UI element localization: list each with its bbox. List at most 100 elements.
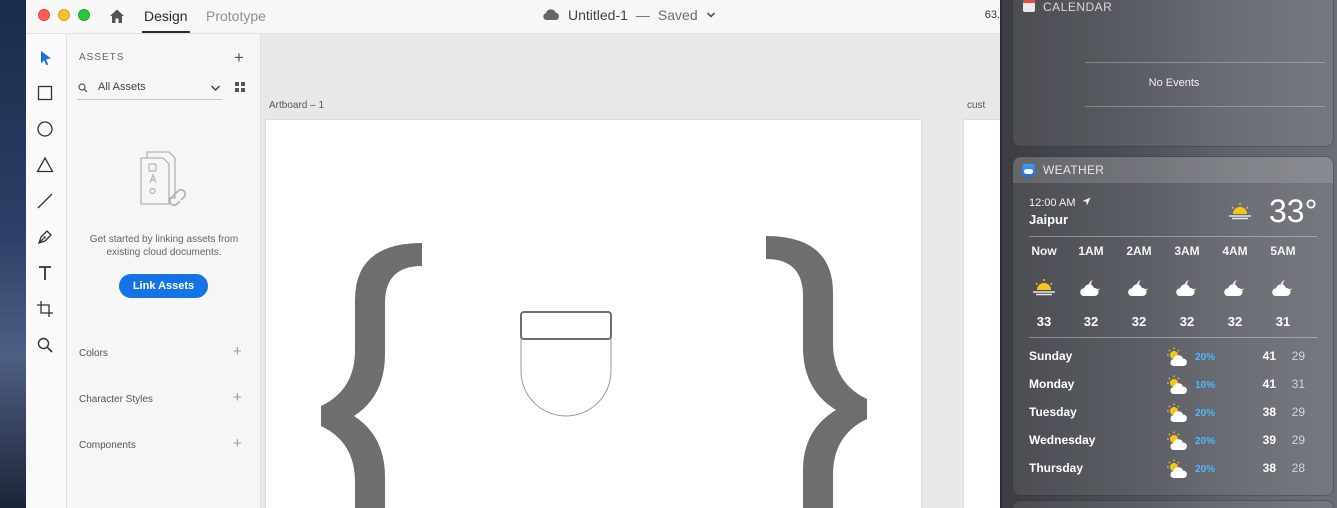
home-icon[interactable] <box>108 7 126 25</box>
hour-temperature: 31 <box>1275 314 1291 329</box>
artboard-tool-icon[interactable] <box>36 300 54 318</box>
sunset-icon <box>1033 279 1055 296</box>
forecast-day: Tuesday <box>1029 405 1077 419</box>
partly-sunny-icon <box>1167 459 1187 478</box>
colors-section-label[interactable]: Colors <box>79 348 108 359</box>
add-component-button[interactable]: + <box>233 435 242 452</box>
artboard[interactable] <box>266 120 921 508</box>
linked-documents-icon <box>140 151 187 207</box>
weather-time: 12:00 AM <box>1029 197 1091 209</box>
minimize-window-button[interactable] <box>58 9 70 21</box>
weather-widget-title: WEATHER <box>1043 163 1105 177</box>
chevron-down-icon <box>706 12 715 18</box>
link-assets-button[interactable]: Link Assets <box>119 274 208 298</box>
add-color-button[interactable]: + <box>233 343 242 360</box>
weather-app-icon <box>1022 164 1035 177</box>
forecast-high: 39 <box>1262 433 1276 447</box>
chevron-down-icon <box>210 85 221 92</box>
forecast-row: Tuesday 20% 38 29 <box>1029 402 1319 422</box>
add-character-style-button[interactable]: + <box>233 389 242 406</box>
assets-panel: ASSETS + All Assets Get started by linki… <box>67 34 261 508</box>
window-controls <box>38 9 90 21</box>
tab-design[interactable]: Design <box>142 8 190 33</box>
tool-bar <box>26 34 67 508</box>
weather-widget-header: WEATHER <box>1013 157 1333 183</box>
partly-cloudy-night-icon <box>1128 280 1148 296</box>
notification-center-edge <box>1000 0 1002 508</box>
title-bar: Design Prototype Untitled-1 — Saved 63. <box>26 0 1000 34</box>
forecast-low: 29 <box>1291 433 1305 447</box>
forecast-precip-chance: 20% <box>1195 464 1216 475</box>
document-title[interactable]: Untitled-1 — Saved <box>542 7 716 23</box>
components-section-label[interactable]: Components <box>79 440 136 451</box>
forecast-high: 38 <box>1262 461 1276 475</box>
document-name: Untitled-1 <box>568 7 628 23</box>
grid-view-icon[interactable] <box>234 81 246 93</box>
forecast-precip-chance: 10% <box>1195 380 1216 391</box>
zoom-window-button[interactable] <box>78 9 90 21</box>
artboard-2[interactable] <box>964 120 1000 508</box>
artboard-2-label[interactable]: cust <box>967 100 985 111</box>
calendar-widget-title: CALENDAR <box>1043 0 1113 14</box>
hour-temperature: 32 <box>1227 314 1243 329</box>
current-temperature: 33° <box>1269 193 1318 229</box>
current-time: 12:00 AM <box>1029 197 1076 209</box>
calendar-app-icon <box>1023 0 1035 12</box>
forecast-precip-chance: 20% <box>1195 352 1216 363</box>
calendar-widget[interactable]: CALENDAR No Events <box>1012 0 1334 147</box>
hour-temperature: 32 <box>1131 314 1147 329</box>
hour-label: 4AM <box>1222 244 1248 258</box>
hour-temperature: 32 <box>1179 314 1195 329</box>
partly-sunny-icon <box>1167 431 1187 450</box>
forecast-row: Wednesday 20% 39 29 <box>1029 430 1319 450</box>
weather-widget[interactable]: WEATHER 12:00 AM Jaipur 33° Now 33 1AM 32 2A… <box>1012 156 1334 496</box>
title-separator: — <box>635 7 650 23</box>
close-window-button[interactable] <box>38 9 50 21</box>
forecast-precip-chance: 20% <box>1195 408 1216 419</box>
forecast-precip-chance: 20% <box>1195 436 1216 447</box>
partly-cloudy-night-icon <box>1272 280 1292 296</box>
artboard-content <box>321 236 867 508</box>
rectangle-tool-icon[interactable] <box>36 84 54 102</box>
hour-label: 2AM <box>1126 244 1152 258</box>
search-icon <box>78 83 88 93</box>
ellipse-tool-icon[interactable] <box>36 120 54 138</box>
next-widget[interactable] <box>1012 500 1334 508</box>
assets-filter-dropdown[interactable]: All Assets <box>77 78 222 100</box>
forecast-low: 31 <box>1291 377 1305 391</box>
forecast-low: 28 <box>1291 461 1305 475</box>
text-tool-icon[interactable] <box>36 264 54 282</box>
forecast-high: 38 <box>1262 405 1276 419</box>
tab-prototype[interactable]: Prototype <box>206 8 266 24</box>
forecast-low: 29 <box>1291 405 1305 419</box>
polygon-tool-icon[interactable] <box>36 156 54 174</box>
forecast-day: Sunday <box>1029 349 1073 363</box>
pen-tool-icon[interactable] <box>36 228 54 246</box>
zoom-level[interactable]: 63. <box>985 9 1000 21</box>
forecast-day: Thursday <box>1029 461 1084 475</box>
hour-label: 5AM <box>1270 244 1296 258</box>
no-events-text: No Events <box>1148 77 1200 89</box>
weather-divider <box>1029 337 1317 338</box>
assets-empty-message: Get started by linking assets from exist… <box>89 234 239 258</box>
hour-temperature: 33 <box>1036 314 1052 329</box>
notification-center: CALENDAR No Events WEATHER 12:00 AM Jaip… <box>1000 0 1337 508</box>
forecast-row: Sunday 20% 41 29 <box>1029 346 1319 366</box>
forecast-row: Thursday 20% 38 28 <box>1029 458 1319 478</box>
line-tool-icon[interactable] <box>36 192 54 210</box>
select-tool-icon[interactable] <box>36 49 54 67</box>
document-status: Saved <box>657 7 698 23</box>
design-canvas[interactable]: Artboard – 1 cust <box>261 34 1000 508</box>
mouse-top-shape <box>520 311 612 340</box>
hour-label: Now <box>1031 244 1057 258</box>
artboard-label[interactable]: Artboard – 1 <box>269 100 324 111</box>
xd-window: Design Prototype Untitled-1 — Saved 63. <box>26 0 1000 508</box>
left-curly-brace-shape <box>321 243 422 508</box>
right-curly-brace-shape <box>766 236 867 508</box>
add-asset-button[interactable]: + <box>234 48 244 68</box>
zoom-tool-icon[interactable] <box>36 336 54 354</box>
character-styles-section-label[interactable]: Character Styles <box>79 394 153 405</box>
forecast-row: Monday 10% 41 31 <box>1029 374 1319 394</box>
location-arrow-icon <box>1082 197 1091 206</box>
calendar-divider <box>1085 106 1325 107</box>
